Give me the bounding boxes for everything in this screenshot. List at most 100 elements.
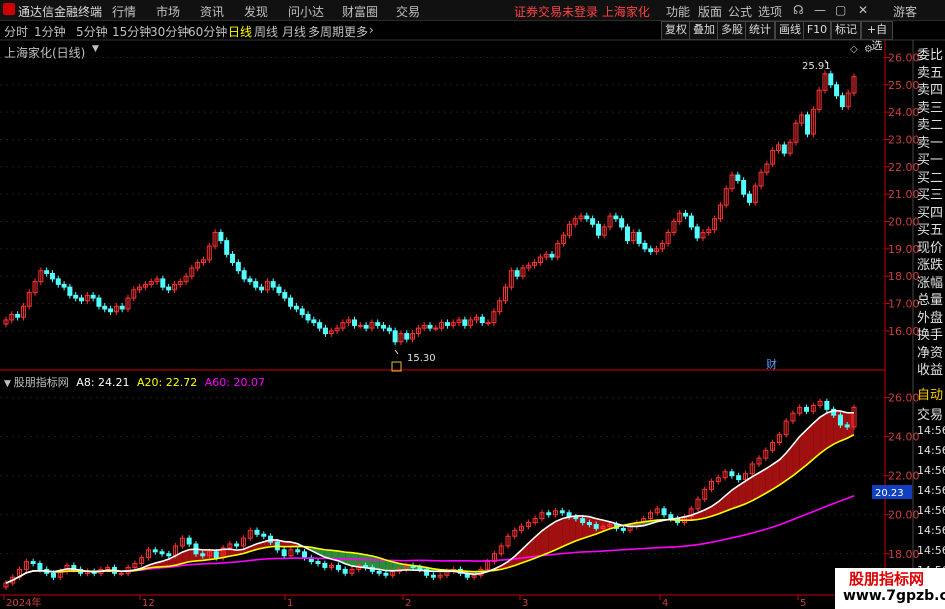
main-price-label: 21.00 [888,188,920,201]
indicator-a20: A20: 22.72 [137,376,198,389]
main-price-label: 22.00 [888,161,920,174]
date-label: 5 [800,598,806,609]
indicator-candle-body [50,572,56,578]
chevron-down-icon[interactable]: ▼ [92,44,99,54]
candle-body [462,319,468,326]
candle-body [299,308,305,315]
candle-body [590,218,596,225]
main-price-label: 24.00 [888,106,920,119]
candle-body [805,114,811,135]
trade-time-label: 14:56 [917,524,945,537]
candle-body [363,324,369,329]
candle-body [317,322,323,329]
candle-body [584,215,590,220]
candle-body [61,283,67,288]
candle-body [479,316,485,324]
side-panel-label: 收益 [917,363,944,378]
date-label: 2 [405,598,411,609]
candle-body [351,319,357,326]
side-panel-label: 卖一 [917,135,944,151]
indicator-candle-body [37,563,43,570]
candle-body [293,305,299,310]
side-panel-label: 涨幅 [917,275,944,291]
indicator-candle-body [837,414,843,426]
candle-body [839,95,845,108]
candle-body [427,324,433,329]
low-price-pointer [394,349,399,355]
side-panel-label: 卖三 [917,100,944,116]
candle-body [230,253,236,264]
main-price-label: 23.00 [888,133,920,146]
indicator-candle-body [342,568,348,574]
side-panel-label: 买三 [917,188,944,203]
indicator-candle-body [729,471,735,477]
high-price-label: 25.91 [802,61,831,72]
side-panel-label: 卖二 [917,118,944,133]
trend-ribbon-segment [562,516,570,547]
candle-body [648,248,654,253]
candle-body [235,262,241,272]
candle-body [735,174,741,181]
candle-body [624,226,630,242]
main-price-label: 17.00 [888,298,920,311]
trend-ribbon-segment [569,515,576,544]
indicator-candle-body [844,424,850,428]
indicator-candle-body [30,561,36,565]
candle-body [224,240,230,255]
chart-area[interactable]: 26.00 25.00 24.00 23.00 22.00 21.00 20.00 19.00… [0,0,945,609]
main-price-label: 19.00 [888,243,920,256]
candle-body [381,324,387,329]
candle-body [241,270,247,280]
side-panel-label: 买五 [917,223,944,238]
candle-body [694,226,700,239]
trade-time-label: 14:56 [917,444,945,457]
side-panel-label: 买二 [917,170,944,186]
indicator-a60: A60: 20.07 [204,376,265,389]
candle-body [166,286,172,291]
indicator-candle-body [430,574,436,578]
indicator-candle-body [152,549,158,553]
indicator-candle-body [295,549,301,553]
candle-body [433,327,439,330]
candle-body [270,281,276,288]
indicator-candle-body [200,553,206,557]
settings-icon[interactable]: ⚙ [864,44,873,55]
trend-ribbon-segment [820,412,827,454]
candle-body [288,297,294,307]
candle-body [404,333,410,340]
candle-body [322,327,328,335]
indicator-candle-body [261,533,267,537]
indicator-candle-body [159,551,165,555]
low-price-label: 15.30 [407,353,436,364]
indicator-candle-body [573,516,579,520]
date-label: 4 [662,598,668,609]
candle-body [514,270,520,277]
indicator-candle-body [281,549,287,557]
main-price-label: 26.00 [888,51,920,64]
side-panel-label: 自动 [917,388,944,403]
diamond-icon[interactable]: ◇ [850,44,858,55]
side-panel-label: 交易 [917,408,944,423]
candle-body [746,193,752,203]
indicator-candle-body [736,475,742,481]
candle-body [218,231,224,242]
chevron-down-icon[interactable]: ▼ [4,379,14,389]
trade-time-label: 14:56 [917,504,945,517]
indicator-candle-body [166,553,172,557]
watermark-line1: 股朋指标网 [849,570,925,588]
main-price-label: 25.00 [888,79,920,92]
candle-body [15,313,21,318]
candle-body [828,73,834,86]
candle-body [253,281,259,288]
candle-body [67,286,73,296]
candle-body [79,297,85,302]
main-price-label: 20.00 [888,216,920,229]
indicator-candle-body [546,512,552,516]
candle-body [90,294,96,299]
sub-price-label: 22.00 [888,470,920,483]
date-label: 2024年 [6,596,41,609]
sub-price-label: 20.00 [888,509,920,522]
candle-body [108,308,114,313]
candle-body [305,313,311,321]
indicator-candle-body [620,527,626,531]
